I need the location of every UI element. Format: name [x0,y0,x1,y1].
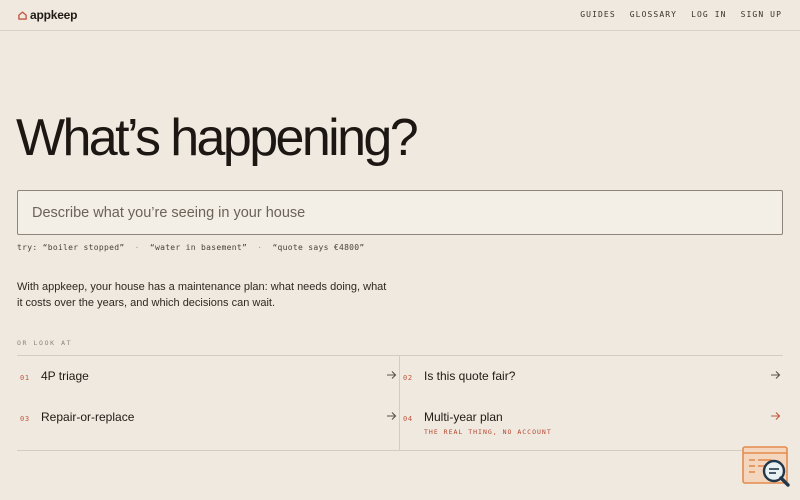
arrow-right-icon [771,412,781,420]
nav-sign-up[interactable]: SIGN UP [741,10,782,19]
house-icon [18,10,27,20]
link-4p-triage[interactable]: 01 4P triage [17,356,399,396]
link-number: 03 [20,415,30,423]
link-label: Repair-or-replace [41,410,135,424]
intro-text: With appkeep, your house has a maintenan… [17,281,387,309]
separator: · [134,243,140,252]
top-bar: appkeep GUIDES GLOSSARY LOG IN SIGN UP [0,0,800,31]
help-widget-button[interactable] [742,446,792,488]
describe-input[interactable] [17,190,783,235]
separator: · [257,243,263,252]
logo[interactable]: appkeep [18,8,77,22]
logo-text: appkeep [30,8,78,22]
link-number: 04 [403,415,413,423]
main-nav: GUIDES GLOSSARY LOG IN SIGN UP [580,10,782,19]
link-number: 01 [20,374,30,382]
link-grid: 01 4P triage 02 Is this quote fair? 03 R… [17,355,783,451]
suggestions-row: try: “boiler stopped” · “water in baseme… [17,243,365,252]
link-number: 02 [403,374,413,382]
suggestion-quote[interactable]: “quote says €4800” [272,243,364,252]
arrow-right-icon [771,371,781,379]
suggestion-water[interactable]: “water in basement” [150,243,247,252]
arrow-right-icon [387,371,397,379]
link-repair-or-replace[interactable]: 03 Repair-or-replace [17,397,399,437]
link-label: Is this quote fair? [424,369,516,383]
page-title: What’s happening? [16,109,419,167]
link-label: 4P triage [41,369,89,383]
arrow-right-icon [387,412,397,420]
nav-glossary[interactable]: GLOSSARY [630,10,677,19]
link-label: Multi-year plan [424,410,503,424]
link-sublabel: THE REAL THING, NO ACCOUNT [424,428,552,436]
link-multi-year-plan[interactable]: 04 Multi-year plan THE REAL THING, NO AC… [400,397,783,437]
nav-log-in[interactable]: LOG IN [691,10,727,19]
suggestion-boiler[interactable]: “boiler stopped” [43,243,125,252]
link-quote-fair[interactable]: 02 Is this quote fair? [400,356,783,396]
nav-guides[interactable]: GUIDES [580,10,616,19]
try-label: try: [17,243,38,252]
or-look-at-label: OR LOOK AT [17,339,73,347]
document-search-icon [742,446,790,487]
